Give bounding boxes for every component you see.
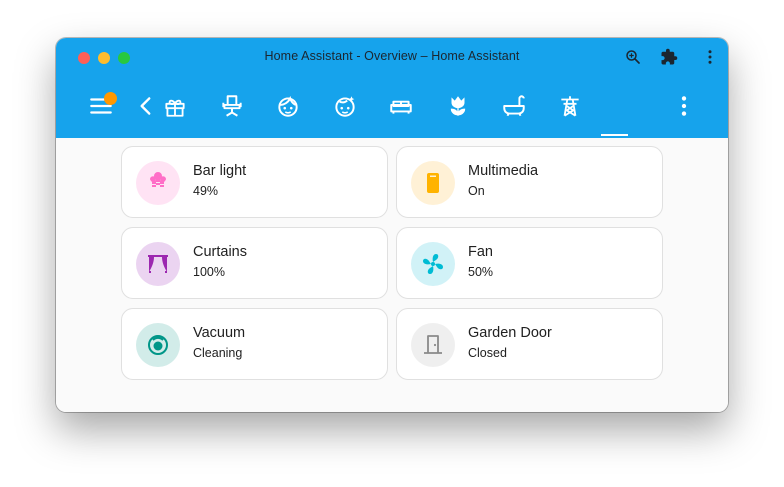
- overflow-menu-icon[interactable]: [671, 93, 697, 119]
- view-tab-transmission-tower[interactable]: [557, 93, 583, 119]
- bathtub-icon: [503, 95, 525, 117]
- tile-card-bar-light[interactable]: Bar light 49%: [121, 146, 388, 218]
- card-state: 49%: [193, 184, 219, 198]
- tile-card-garden-door[interactable]: Garden Door Closed: [396, 308, 663, 380]
- tile-card-curtains[interactable]: Curtains 100%: [121, 227, 388, 299]
- robot-vacuum-icon[interactable]: [136, 323, 180, 367]
- scroll-tabs-left-icon[interactable]: [133, 93, 159, 119]
- browser-menu-icon[interactable]: [701, 48, 719, 66]
- sofa-icon: [390, 100, 412, 114]
- view-tab-gift[interactable]: [162, 93, 188, 119]
- card-state: Cleaning: [193, 346, 243, 360]
- card-name: Bar light: [193, 163, 247, 179]
- face-man-icon: [335, 96, 355, 117]
- active-tab-indicator: [601, 134, 628, 136]
- office-chair-icon: [222, 95, 242, 117]
- gift-icon: [165, 99, 185, 117]
- card-name: Curtains: [193, 244, 247, 260]
- transmission-tower-icon: [561, 96, 579, 117]
- fan-icon[interactable]: [411, 242, 455, 286]
- card-state: 50%: [468, 265, 494, 279]
- speaker-icon[interactable]: [411, 161, 455, 205]
- view-tab-face-woman[interactable]: [275, 93, 301, 119]
- face-woman-icon: [278, 95, 298, 117]
- card-state: 100%: [193, 265, 225, 279]
- dashboard-content: Bar light 49% Multimedia On Curtains 100…: [56, 138, 728, 412]
- view-tab-face-man[interactable]: [332, 93, 358, 119]
- flower-tulip-icon: [450, 96, 466, 116]
- view-tab-sofa[interactable]: [388, 93, 414, 119]
- card-state: Closed: [468, 346, 507, 360]
- extensions-puzzle-icon[interactable]: [660, 48, 678, 66]
- tile-card-fan[interactable]: Fan 50%: [396, 227, 663, 299]
- browser-window: Home Assistant - Overview – Home Assista…: [56, 38, 728, 412]
- card-name: Garden Door: [468, 325, 552, 341]
- view-tab-bathtub[interactable]: [501, 93, 527, 119]
- notification-badge[interactable]: [104, 92, 117, 105]
- zoom-icon[interactable]: [624, 48, 642, 66]
- card-name: Multimedia: [468, 163, 539, 179]
- tile-card-vacuum[interactable]: Vacuum Cleaning: [121, 308, 388, 380]
- view-tab-flower-tulip[interactable]: [445, 93, 471, 119]
- card-state: On: [468, 184, 485, 198]
- card-name: Fan: [468, 244, 493, 260]
- title-bar: Home Assistant - Overview – Home Assista…: [56, 38, 728, 76]
- view-tab-office-chair[interactable]: [219, 93, 245, 119]
- door-icon[interactable]: [411, 323, 455, 367]
- card-name: Vacuum: [193, 325, 246, 341]
- tile-card-multimedia[interactable]: Multimedia On: [396, 146, 663, 218]
- lightbulb-group-icon[interactable]: [136, 161, 180, 205]
- curtains-icon[interactable]: [136, 242, 180, 286]
- app-toolbar: [56, 76, 728, 138]
